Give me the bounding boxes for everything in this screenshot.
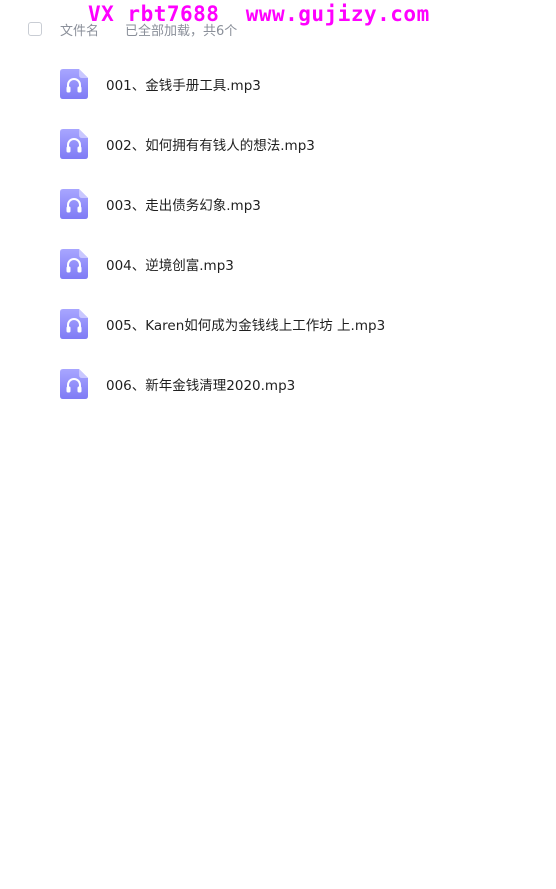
audio-file-icon: [60, 189, 88, 219]
audio-file-icon: [60, 369, 88, 399]
file-row-4[interactable]: 004、逆境创富.mp3: [0, 234, 556, 294]
audio-file-icon: [60, 309, 88, 339]
file-row-6[interactable]: 006、新年金钱清理2020.mp3: [0, 354, 556, 414]
file-list: 001、金钱手册工具.mp3 002、如何拥有有钱人的想法.mp3 003、走出…: [0, 54, 556, 414]
audio-file-icon: [60, 249, 88, 279]
audio-file-icon: [60, 69, 88, 99]
file-name: 002、如何拥有有钱人的想法.mp3: [106, 138, 315, 154]
file-name: 006、新年金钱清理2020.mp3: [106, 378, 296, 394]
select-all-checkbox[interactable]: [28, 22, 42, 36]
audio-file-icon: [60, 129, 88, 159]
file-row-5[interactable]: 005、Karen如何成为金钱线上工作坊 上.mp3: [0, 294, 556, 354]
file-row-1[interactable]: 001、金钱手册工具.mp3: [0, 54, 556, 114]
watermark-text: VX rbt7688 www.gujizy.com: [88, 2, 430, 26]
file-name: 005、Karen如何成为金钱线上工作坊 上.mp3: [106, 318, 386, 334]
file-row-2[interactable]: 002、如何拥有有钱人的想法.mp3: [0, 114, 556, 174]
file-name: 003、走出债务幻象.mp3: [106, 198, 261, 214]
file-name: 004、逆境创富.mp3: [106, 258, 234, 274]
file-row-3[interactable]: 003、走出债务幻象.mp3: [0, 174, 556, 234]
file-name: 001、金钱手册工具.mp3: [106, 78, 261, 94]
